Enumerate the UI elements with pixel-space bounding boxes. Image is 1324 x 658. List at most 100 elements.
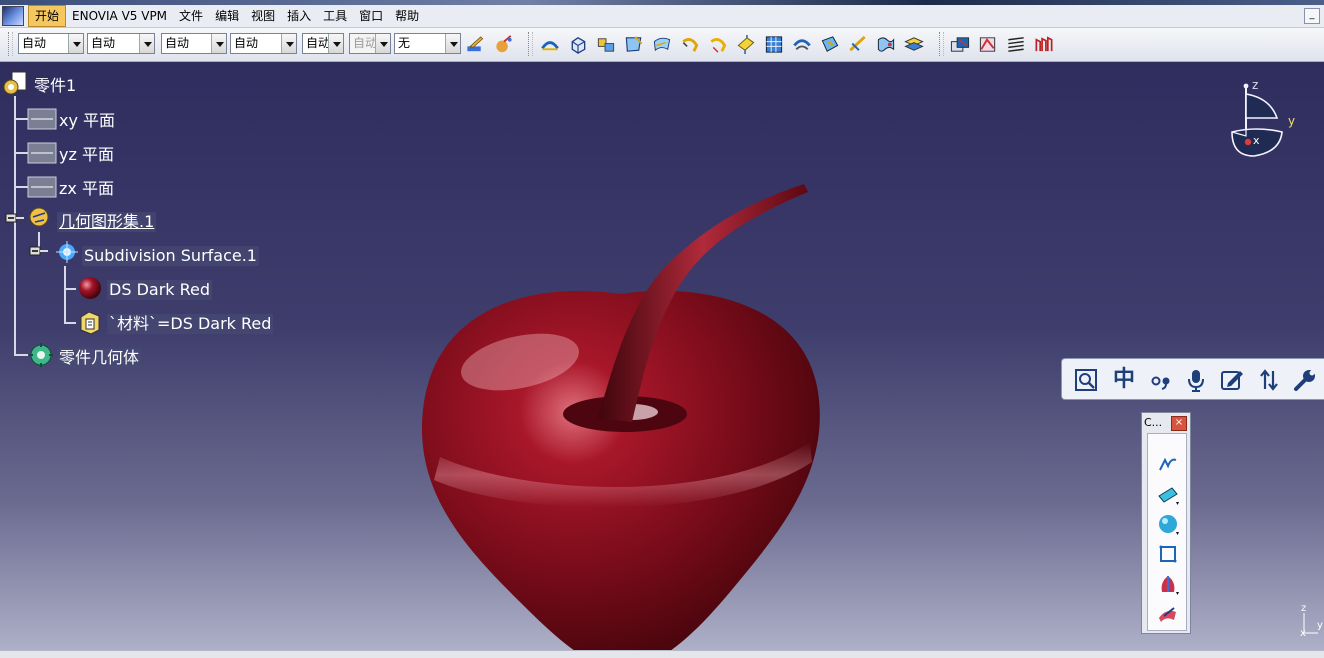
sphere-icon[interactable]: [1156, 512, 1180, 536]
tree-item-zx-plane[interactable]: zx 平面: [59, 179, 114, 199]
menu-insert[interactable]: 插入: [281, 6, 317, 26]
tree-line: [14, 118, 28, 120]
layer-combo[interactable]: 无: [394, 33, 461, 54]
subdivision-surface-icon[interactable]: [54, 239, 80, 265]
tree-item-yz-plane[interactable]: yz 平面: [59, 145, 114, 165]
wrench-icon[interactable]: [1292, 367, 1318, 393]
geometrical-set-icon[interactable]: [26, 204, 54, 232]
chevron-down-icon: [375, 34, 390, 53]
compass-z-label: z: [1252, 78, 1259, 92]
layered-surface-icon[interactable]: [903, 34, 925, 55]
microphone-icon[interactable]: [1183, 367, 1209, 393]
apple-model[interactable]: [400, 112, 840, 650]
fill-color-value: 自动: [22, 36, 47, 50]
split-curve-icon[interactable]: [847, 34, 869, 55]
corner-axis-y: y: [1317, 620, 1323, 631]
tree-item-subdivision-surface[interactable]: Subdivision Surface.1: [82, 246, 259, 266]
collapse-icon[interactable]: [4, 212, 24, 224]
wavy-surface-icon[interactable]: [875, 34, 897, 55]
swap-icon[interactable]: [1256, 367, 1282, 393]
catia-logo-icon[interactable]: [2, 6, 24, 26]
fit-all-icon[interactable]: [1073, 367, 1099, 393]
tree-item-xy-plane[interactable]: xy 平面: [59, 111, 115, 131]
join-surfaces-icon[interactable]: [595, 34, 617, 55]
line-width-combo[interactable]: 自动: [161, 33, 227, 54]
plane-tool-icon[interactable]: [1156, 482, 1180, 506]
chevron-down-icon[interactable]: [328, 34, 343, 53]
tree-line: [64, 322, 76, 324]
menu-edit[interactable]: 编辑: [209, 6, 245, 26]
menu-help[interactable]: 帮助: [389, 6, 425, 26]
tree-item-parameter[interactable]: `材料`=DS Dark Red: [107, 314, 274, 334]
menu-tools[interactable]: 工具: [317, 6, 353, 26]
menu-window[interactable]: 窗口: [353, 6, 389, 26]
minimize-button[interactable]: _: [1304, 8, 1320, 24]
boundary-surface-icon[interactable]: [623, 34, 645, 55]
tree-root-label[interactable]: 零件1: [34, 76, 76, 96]
paint-drop-icon[interactable]: [493, 34, 515, 55]
section-icon[interactable]: [1033, 34, 1055, 55]
toolbar-grip[interactable]: [8, 32, 13, 56]
floating-toolbar-panel: [1147, 433, 1187, 631]
transparency-value: 自动: [91, 36, 116, 50]
chevron-down-icon[interactable]: [68, 34, 83, 53]
trim-curve-icon[interactable]: [679, 34, 701, 55]
material-sphere-icon[interactable]: [76, 274, 104, 302]
sketch-curve-icon[interactable]: [1156, 452, 1180, 476]
plane-icon[interactable]: [27, 139, 57, 167]
floating-toolbar: C... ×: [1141, 412, 1191, 634]
tree-item-geometrical-set[interactable]: 几何图形集.1: [57, 212, 157, 232]
chevron-down-icon[interactable]: [211, 34, 226, 53]
line-width-value: 自动: [165, 36, 190, 50]
line-type-combo[interactable]: 自动: [230, 33, 297, 54]
menu-bar: 开始 ENOVIA V5 VPM 文件 编辑 视图 插入 工具 窗口 帮助 _: [0, 5, 1324, 28]
chevron-down-icon[interactable]: [445, 34, 460, 53]
menu-view[interactable]: 视图: [245, 6, 281, 26]
toolbar-grip[interactable]: [528, 32, 533, 56]
multi-view-icon[interactable]: [949, 34, 971, 55]
disabled-combo: 自动: [349, 33, 391, 54]
point-type-combo[interactable]: 自动: [302, 33, 344, 54]
collapse-icon[interactable]: [28, 245, 48, 257]
chevron-down-icon[interactable]: [139, 34, 154, 53]
surface-edit-icon[interactable]: [1156, 602, 1180, 626]
part-icon[interactable]: [2, 70, 30, 98]
tree-line: [14, 96, 16, 354]
shape-icon[interactable]: [1156, 572, 1180, 596]
grid-surface-icon[interactable]: [763, 34, 785, 55]
edit-icon[interactable]: [1219, 367, 1245, 393]
extract-solid-icon[interactable]: [567, 34, 589, 55]
parameter-icon[interactable]: [76, 308, 104, 336]
toolbar-grip[interactable]: [939, 32, 944, 56]
rectangle-icon[interactable]: [1156, 542, 1180, 566]
close-icon[interactable]: ×: [1171, 416, 1187, 431]
fill-color-combo[interactable]: 自动: [18, 33, 84, 54]
transparency-combo[interactable]: 自动: [87, 33, 155, 54]
tree-line: [14, 186, 28, 188]
plane-icon[interactable]: [27, 105, 57, 133]
menu-file[interactable]: 文件: [173, 6, 209, 26]
tree-item-part-body[interactable]: 零件几何体: [57, 348, 142, 368]
3d-viewport[interactable]: 零件1 xy 平面 yz 平面 zx 平面 几何图形集.1 Subdivisio…: [0, 62, 1324, 650]
compass-x-label: x: [1253, 134, 1260, 147]
part-body-icon[interactable]: [27, 341, 55, 369]
menu-enovia[interactable]: ENOVIA V5 VPM: [66, 6, 173, 26]
tree-item-material[interactable]: DS Dark Red: [107, 280, 213, 300]
blend-surface-icon[interactable]: [539, 34, 561, 55]
trim-arc-icon[interactable]: [707, 34, 729, 55]
hatch-icon[interactable]: [1005, 34, 1027, 55]
offset-surface-icon[interactable]: [819, 34, 841, 55]
rotate-surface-icon[interactable]: [791, 34, 813, 55]
corner-axis-z: z: [1301, 603, 1307, 614]
corner-axis-x: x: [1300, 628, 1306, 639]
eyes-icon[interactable]: [1148, 367, 1174, 393]
menu-start[interactable]: 开始: [28, 5, 67, 27]
paint-brush-icon[interactable]: [464, 34, 486, 55]
center-graph-icon[interactable]: 中: [1111, 367, 1137, 393]
floating-toolbar-title[interactable]: C...: [1144, 416, 1162, 429]
sweep-surface-icon[interactable]: [651, 34, 673, 55]
shading-icon[interactable]: [977, 34, 999, 55]
extrude-surface-icon[interactable]: [735, 34, 757, 55]
plane-icon[interactable]: [27, 173, 57, 201]
chevron-down-icon[interactable]: [281, 34, 296, 53]
